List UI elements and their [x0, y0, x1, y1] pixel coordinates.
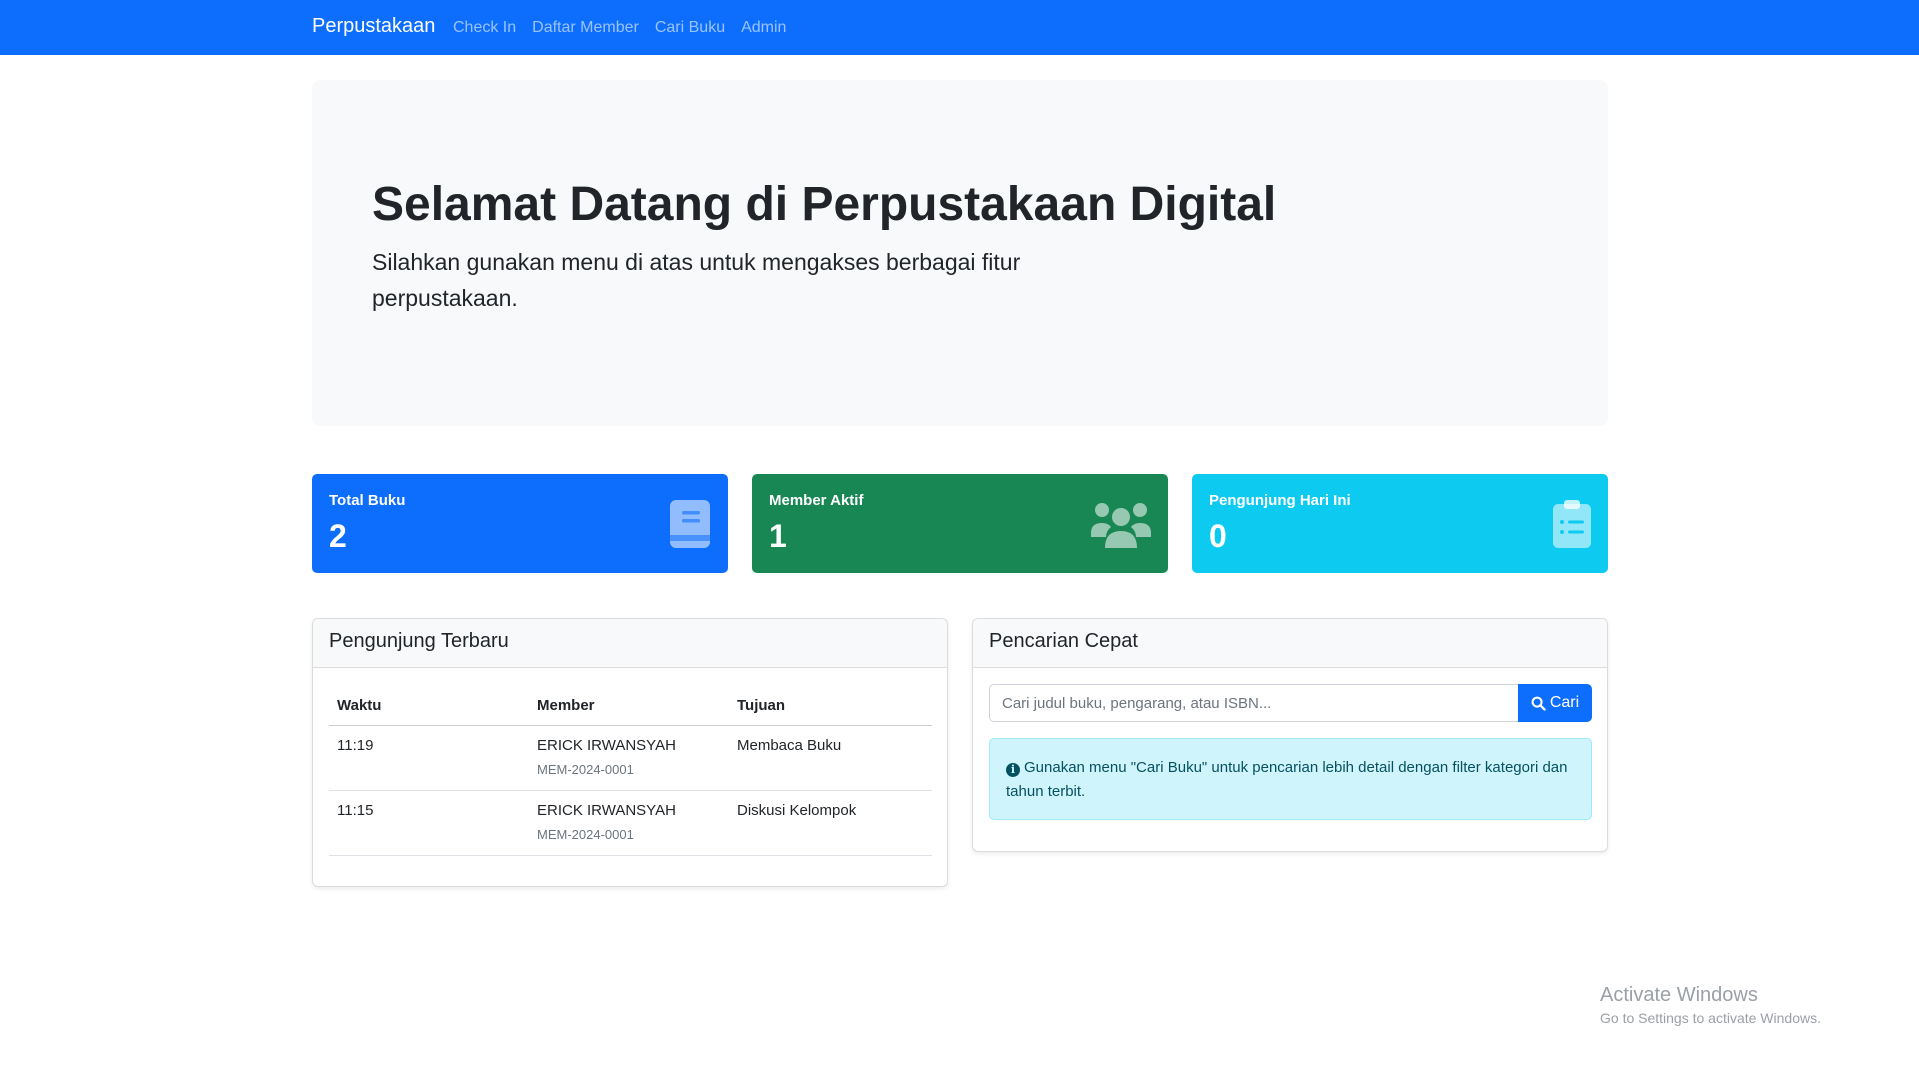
column-header: Member — [529, 684, 729, 726]
card-title: Pengunjung Terbaru — [313, 619, 947, 668]
info-alert: i Gunakan menu "Cari Buku" untuk pencaria… — [989, 738, 1592, 820]
stat-label: Pengunjung Hari Ini — [1209, 492, 1351, 509]
visit-purpose: Membaca Buku — [729, 725, 932, 791]
stat-card-pengunjung-hari-ini: Pengunjung Hari Ini 0 — [1192, 474, 1608, 573]
member-id: MEM-2024-0001 — [537, 826, 634, 842]
visit-time: 11:19 — [329, 725, 529, 791]
windows-activation-watermark: Activate Windows Go to Settings to activ… — [1600, 984, 1821, 1026]
users-icon — [1088, 498, 1152, 550]
search-icon — [1531, 696, 1546, 711]
stat-label: Member Aktif — [769, 492, 864, 509]
member-id: MEM-2024-0001 — [537, 761, 634, 777]
hero-subtitle: Silahkan gunakan menu di atas untuk meng… — [372, 249, 1021, 311]
book-icon — [648, 498, 712, 550]
nav-link-admin[interactable]: Admin — [741, 19, 786, 37]
nav-link-cari-buku[interactable]: Cari Buku — [655, 19, 725, 37]
quick-search-card: Pencarian Cepat Cari iGunakan menu "Cari… — [972, 618, 1608, 852]
nav-link-check-in[interactable]: Check In — [453, 19, 516, 37]
stat-label: Total Buku — [329, 492, 406, 509]
watermark-subtitle: Go to Settings to activate Windows. — [1600, 1010, 1821, 1026]
visit-purpose: Diskusi Kelompok — [729, 790, 932, 856]
member-name: ERICK IRWANSYAH — [537, 801, 676, 819]
column-header: Tujuan — [729, 684, 932, 726]
card-title: Pencarian Cepat — [973, 619, 1607, 668]
member-cell: ERICK IRWANSYAH MEM-2024-0001 — [529, 725, 729, 791]
navbar-brand[interactable]: Perpustakaan — [312, 15, 435, 38]
clipboard-list-icon — [1528, 498, 1592, 550]
visitors-table: Waktu Member Tujuan 11:19 ERICK IRWANSYA… — [329, 684, 932, 856]
search-button-label: Cari — [1549, 694, 1580, 711]
search-button[interactable]: Cari — [1518, 684, 1592, 722]
nav-links: Check In Daftar Member Cari Buku Admin — [453, 19, 786, 37]
search-input[interactable] — [989, 684, 1518, 722]
hero-banner: Selamat Datang di Perpustakaan Digital S… — [312, 80, 1608, 426]
navbar: Perpustakaan Check In Daftar Member Cari… — [0, 0, 1919, 55]
stat-value: 1 — [769, 518, 787, 554]
table-header-row: Waktu Member Tujuan — [329, 684, 932, 726]
stat-card-member-aktif: Member Aktif 1 — [752, 474, 1168, 573]
recent-visitors-card: Pengunjung Terbaru Waktu Member Tujuan 1… — [312, 618, 948, 887]
info-icon: i — [1006, 763, 1020, 777]
nav-link-daftar-member[interactable]: Daftar Member — [532, 19, 639, 37]
stat-value: 2 — [329, 518, 347, 554]
member-cell: ERICK IRWANSYAH MEM-2024-0001 — [529, 790, 729, 856]
visit-time: 11:15 — [329, 790, 529, 856]
hero-title: Selamat Datang di Perpustakaan Digital — [372, 178, 1277, 231]
member-name: ERICK IRWANSYAH — [537, 736, 676, 754]
watermark-title: Activate Windows — [1600, 984, 1758, 1006]
table-row: 11:15 ERICK IRWANSYAH MEM-2024-0001 Disk… — [329, 790, 932, 856]
stat-value: 0 — [1209, 518, 1227, 554]
column-header: Waktu — [329, 684, 529, 726]
search-group: Cari — [989, 684, 1592, 722]
stat-card-total-buku: Total Buku 2 — [312, 474, 728, 573]
table-row: 11:19 ERICK IRWANSYAH MEM-2024-0001 Memb… — [329, 725, 932, 791]
info-text: Gunakan menu "Cari Buku" untuk pencarian… — [1006, 759, 1568, 800]
